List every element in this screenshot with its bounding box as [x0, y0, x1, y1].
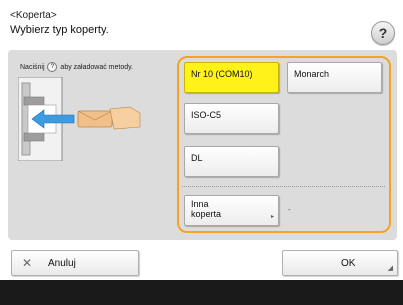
help-button[interactable]: ? [371, 21, 395, 45]
instruction-after: aby załadować metody. [60, 63, 134, 71]
header: <Koperta> Wybierz typ koperty. ? [0, 0, 403, 50]
envelope-feed-icon [18, 77, 141, 161]
help-small-icon: ? [47, 62, 58, 72]
option-iso-c5-label: ISO-C5 [191, 110, 222, 120]
ok-button[interactable]: OK ◢ [282, 250, 398, 276]
option-dl[interactable]: DL [184, 146, 279, 177]
cancel-label: Anuluj [48, 258, 76, 269]
status-bar [0, 280, 403, 305]
other-envelope-value: - [288, 205, 291, 214]
option-dl-label: DL [191, 153, 203, 163]
option-other-envelope[interactable]: Inna koperta ▸ [184, 195, 279, 226]
close-icon: ✕ [22, 256, 33, 270]
option-other-line2: koperta [191, 209, 222, 219]
section-label: <Koperta> [10, 10, 57, 21]
page-title: Wybierz typ koperty. [10, 24, 109, 36]
options-divider [182, 186, 385, 187]
option-other-line1: Inna [191, 199, 209, 209]
instruction-before: Naciśnij [20, 63, 45, 71]
corner-mark-icon: ◢ [387, 265, 393, 272]
option-monarch-label: Monarch [294, 69, 330, 79]
instruction-text: Naciśnij ? aby załadować metody. [20, 62, 133, 72]
submenu-arrow-icon: ▸ [270, 214, 274, 220]
option-nr10-com10[interactable]: Nr 10 (COM10) [184, 62, 279, 93]
option-monarch[interactable]: Monarch [287, 62, 382, 93]
option-nr10-label: Nr 10 (COM10) [191, 69, 253, 79]
ok-label: OK [341, 258, 356, 269]
option-iso-c5[interactable]: ISO-C5 [184, 103, 279, 134]
cancel-button[interactable]: ✕ Anuluj [11, 250, 139, 276]
